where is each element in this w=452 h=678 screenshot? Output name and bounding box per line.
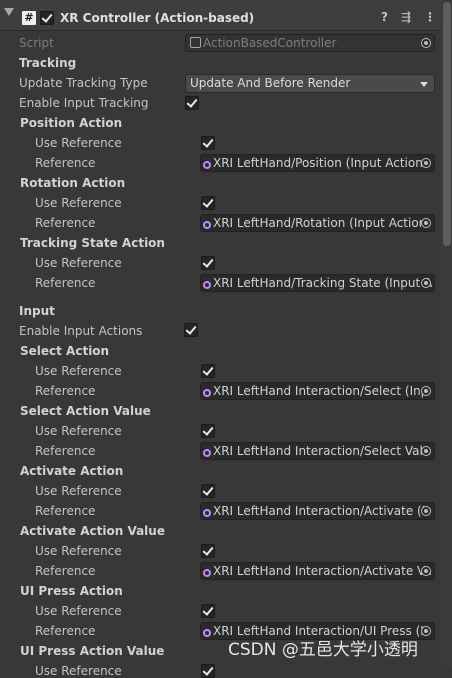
input-action-reference-icon <box>203 509 211 517</box>
update-tracking-type-label: Update Tracking Type <box>19 76 148 90</box>
ui-press-action-reference-label: Reference <box>35 624 96 638</box>
object-picker-icon[interactable] <box>421 626 431 636</box>
activate-action-reference-label: Reference <box>35 504 96 518</box>
input-heading: Input <box>19 304 55 318</box>
activate-action-use-reference-checkbox[interactable] <box>201 484 215 498</box>
select-action-value-reference-field[interactable]: XRI LeftHand Interaction/Select Valu <box>200 442 435 460</box>
ui-press-action-heading: UI Press Action <box>20 584 123 598</box>
select-action-value-heading: Select Action Value <box>20 404 151 418</box>
tracking-state-action-reference-field[interactable]: XRI LeftHand/Tracking State (Input A <box>200 274 435 292</box>
select-action-use-reference-label: Use Reference <box>35 364 122 378</box>
select-action-reference-field[interactable]: XRI LeftHand Interaction/Select (Inp <box>200 382 435 400</box>
component-header: # XR Controller (Action-based) ? ⇶ ⋮ <box>0 0 452 31</box>
activate-action-value-reference-label: Reference <box>35 564 96 578</box>
object-picker-icon[interactable] <box>421 386 431 396</box>
chevron-down-icon <box>420 82 428 87</box>
activate-action-value-reference-value: XRI LeftHand Interaction/Activate Va <box>213 564 432 578</box>
enable-input-actions-checkbox[interactable] <box>184 323 198 337</box>
input-action-reference-icon <box>203 281 211 289</box>
script-icon: # <box>22 11 36 25</box>
position-action-use-reference-label: Use Reference <box>35 136 122 150</box>
component-title: XR Controller (Action-based) <box>60 11 255 25</box>
rotation-action-reference-value: XRI LeftHand/Rotation (Input Action <box>213 216 427 230</box>
vertical-scrollbar[interactable] <box>441 0 452 666</box>
select-action-value-use-reference-checkbox[interactable] <box>201 424 215 438</box>
select-action-reference-label: Reference <box>35 384 96 398</box>
object-picker-icon[interactable] <box>421 566 431 576</box>
update-tracking-type-dropdown[interactable]: Update And Before Render <box>185 74 435 93</box>
input-action-reference-icon <box>203 449 211 457</box>
update-tracking-type-value: Update And Before Render <box>190 76 351 90</box>
input-action-reference-icon <box>203 221 211 229</box>
rotation-action-use-reference-checkbox[interactable] <box>201 196 215 210</box>
rotation-action-use-reference-label: Use Reference <box>35 196 122 210</box>
tracking-state-action-heading: Tracking State Action <box>20 236 165 250</box>
activate-action-value-reference-field[interactable]: XRI LeftHand Interaction/Activate Va <box>200 562 435 580</box>
position-action-reference-label: Reference <box>35 156 96 170</box>
enable-input-actions-label: Enable Input Actions <box>19 324 143 338</box>
script-field[interactable]: ActionBasedController <box>185 34 435 52</box>
script-file-icon <box>190 37 201 48</box>
object-picker-icon[interactable] <box>421 38 431 48</box>
help-icon[interactable]: ? <box>381 10 388 24</box>
position-action-reference-field[interactable]: XRI LeftHand/Position (Input Action <box>200 154 435 172</box>
object-picker-icon[interactable] <box>421 158 431 168</box>
component-enabled-checkbox[interactable] <box>40 11 54 25</box>
input-action-reference-icon <box>203 629 211 637</box>
rotation-action-reference-field[interactable]: XRI LeftHand/Rotation (Input Action <box>200 214 435 232</box>
activate-action-heading: Activate Action <box>20 464 124 478</box>
scrollbar-thumb[interactable] <box>443 2 451 246</box>
input-action-reference-icon <box>203 389 211 397</box>
position-action-use-reference-checkbox[interactable] <box>201 136 215 150</box>
ui-press-action-value-heading: UI Press Action Value <box>20 644 165 658</box>
position-action-reference-value: XRI LeftHand/Position (Input Action <box>213 156 423 170</box>
input-action-reference-icon <box>203 569 211 577</box>
ui-press-action-use-reference-label: Use Reference <box>35 604 122 618</box>
script-label: Script <box>19 36 54 50</box>
input-action-reference-icon <box>203 161 211 169</box>
tracking-state-action-reference-label: Reference <box>35 276 96 290</box>
activate-action-value-use-reference-checkbox[interactable] <box>201 544 215 558</box>
script-value: ActionBasedController <box>203 36 337 50</box>
rotation-action-reference-label: Reference <box>35 216 96 230</box>
watermark: CSDN @五邑大学小透明 <box>228 640 418 660</box>
tracking-state-action-reference-value: XRI LeftHand/Tracking State (Input A <box>213 276 433 290</box>
object-picker-icon[interactable] <box>421 506 431 516</box>
enable-input-tracking-label: Enable Input Tracking <box>19 96 149 110</box>
tracking-state-action-use-reference-label: Use Reference <box>35 256 122 270</box>
preset-icon[interactable]: ⇶ <box>401 10 411 24</box>
object-picker-icon[interactable] <box>421 218 431 228</box>
enable-input-tracking-checkbox[interactable] <box>185 96 199 110</box>
activate-action-reference-field[interactable]: XRI LeftHand Interaction/Activate (Ir <box>200 502 435 520</box>
select-action-value-use-reference-label: Use Reference <box>35 424 122 438</box>
activate-action-value-heading: Activate Action Value <box>20 524 165 538</box>
activate-action-reference-value: XRI LeftHand Interaction/Activate (Ir <box>213 504 431 518</box>
tracking-heading: Tracking <box>19 56 77 70</box>
ui-press-action-use-reference-checkbox[interactable] <box>201 604 215 618</box>
kebab-menu-icon[interactable]: ⋮ <box>424 10 436 24</box>
select-action-reference-value: XRI LeftHand Interaction/Select (Inp <box>213 384 429 398</box>
ui-press-action-value-use-reference-checkbox[interactable] <box>201 664 215 678</box>
object-picker-icon[interactable] <box>421 278 431 288</box>
select-action-use-reference-checkbox[interactable] <box>201 364 215 378</box>
select-action-value-reference-label: Reference <box>35 444 96 458</box>
activate-action-value-use-reference-label: Use Reference <box>35 544 122 558</box>
tracking-state-action-use-reference-checkbox[interactable] <box>201 256 215 270</box>
select-action-value-reference-value: XRI LeftHand Interaction/Select Valu <box>213 444 431 458</box>
ui-press-action-value-use-reference-label: Use Reference <box>35 664 122 678</box>
rotation-action-heading: Rotation Action <box>20 176 126 190</box>
activate-action-use-reference-label: Use Reference <box>35 484 122 498</box>
select-action-heading: Select Action <box>20 344 110 358</box>
position-action-heading: Position Action <box>20 116 123 130</box>
object-picker-icon[interactable] <box>421 446 431 456</box>
foldout-arrow-icon[interactable] <box>4 8 14 16</box>
